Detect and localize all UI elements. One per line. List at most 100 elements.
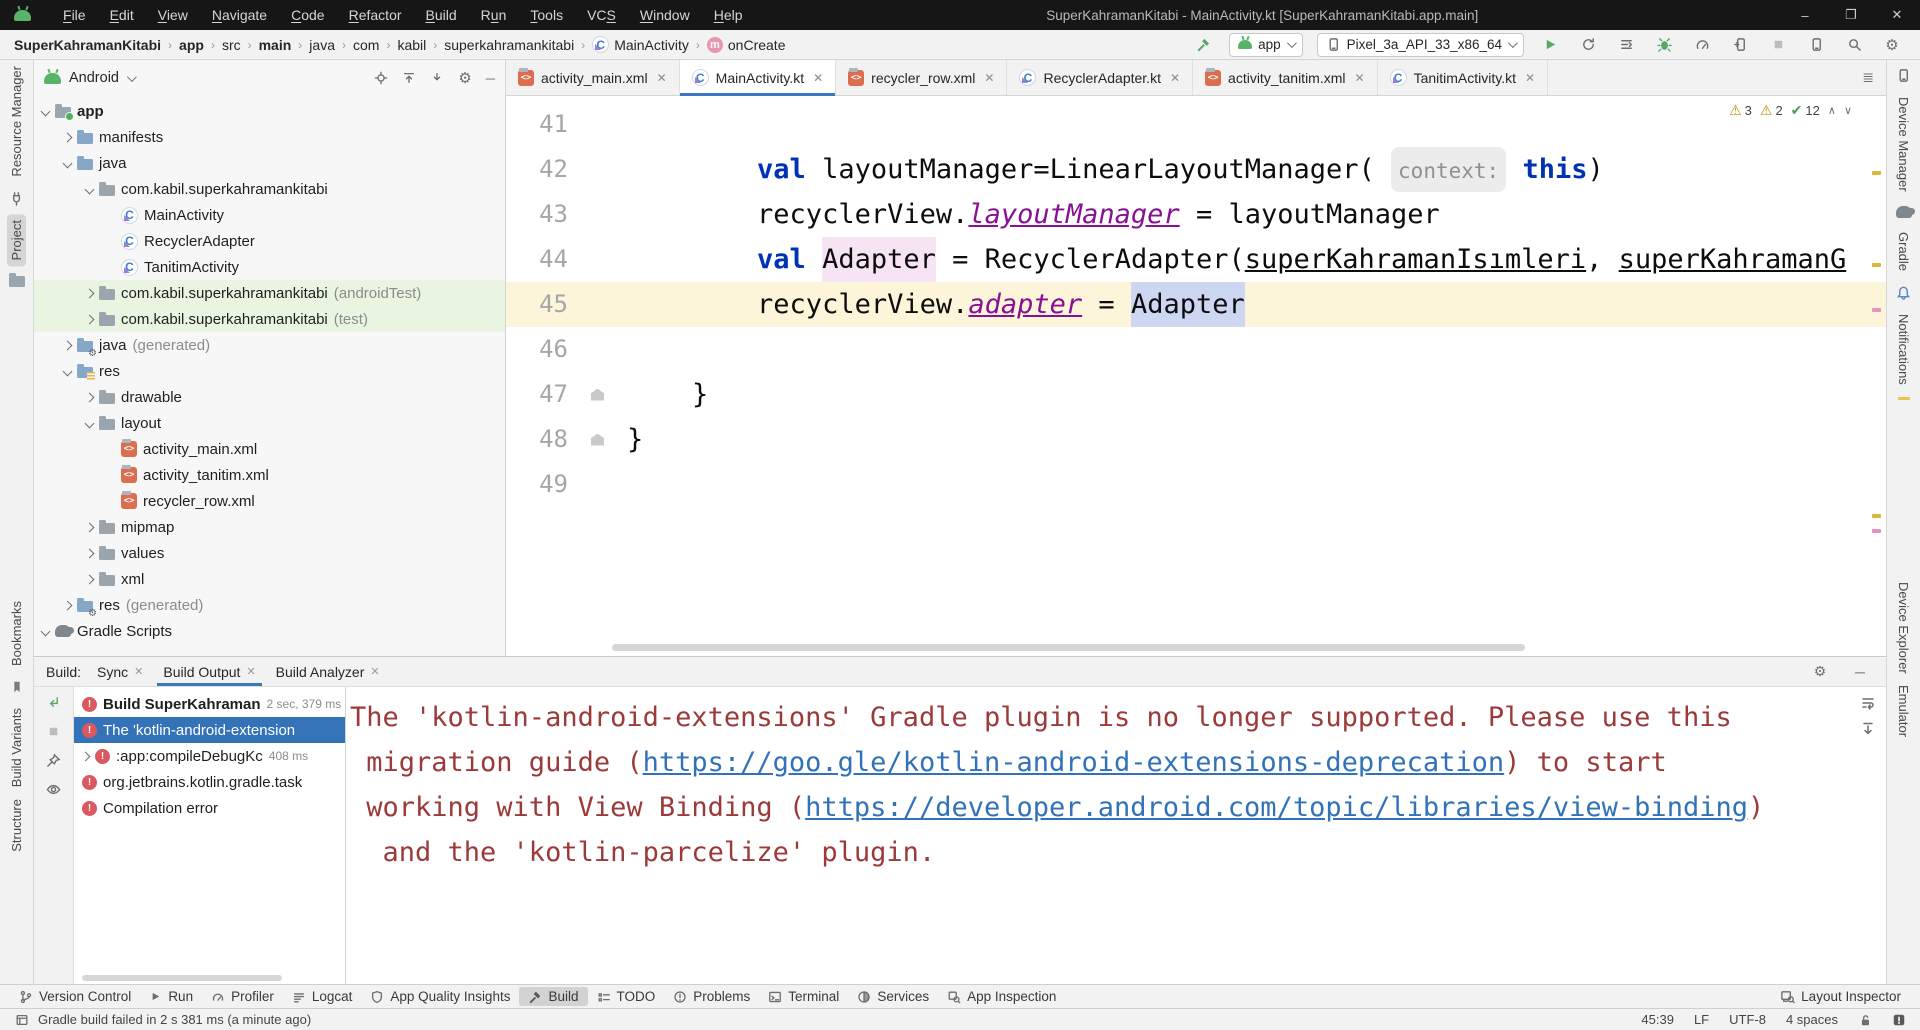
settings-icon[interactable]: ⚙ [1880, 33, 1904, 57]
project-tree-row[interactable]: mipmap [34, 514, 505, 540]
project-tree-row[interactable]: CTanitimActivity [34, 254, 505, 280]
project-view-selector[interactable]: Android [69, 70, 119, 86]
pin-tab-icon[interactable] [46, 753, 61, 768]
next-problem-icon[interactable]: ∨ [1844, 104, 1852, 117]
breadcrumb-item[interactable]: java [309, 37, 335, 53]
search-icon[interactable] [1842, 33, 1866, 57]
tree-toggle-icon[interactable] [41, 106, 51, 116]
window-icon[interactable] [14, 1012, 30, 1028]
menu-help[interactable]: Help [714, 7, 743, 23]
debug-icon[interactable] [1652, 33, 1676, 57]
tool-window-button-version-control[interactable]: Version Control [10, 987, 140, 1006]
tree-toggle-icon[interactable] [63, 340, 73, 350]
project-tree-row[interactable]: com.kabil.superkahramankitabi(test) [34, 306, 505, 332]
breadcrumb-item[interactable]: CMainActivity [592, 36, 689, 53]
apply-changes-icon[interactable] [1576, 33, 1600, 57]
menu-code[interactable]: Code [291, 7, 324, 23]
tool-window-button-terminal[interactable]: Terminal [759, 987, 848, 1006]
tree-toggle-icon[interactable] [85, 392, 95, 402]
code-line-42[interactable]: 42 val layoutManager=LinearLayoutManager… [506, 147, 1886, 192]
event-log-icon[interactable] [1892, 1013, 1906, 1027]
attach-debugger-icon[interactable] [1728, 33, 1752, 57]
menu-vcs[interactable]: VCS [587, 7, 616, 23]
project-tree-row[interactable]: drawable [34, 384, 505, 410]
project-tree-row[interactable]: values [34, 540, 505, 566]
build-tree-row[interactable]: !Build SuperKahraman2 sec, 379 ms [74, 691, 345, 717]
tool-window-button-logcat[interactable]: Logcat [283, 987, 362, 1006]
breadcrumb-item[interactable]: main [259, 37, 292, 53]
device-select[interactable]: Pixel_3a_API_33_x86_64 [1317, 33, 1524, 57]
tree-toggle-icon[interactable] [85, 418, 95, 428]
horizontal-scrollbar[interactable] [612, 644, 1525, 651]
tool-window-button-project[interactable]: Project [7, 214, 26, 266]
close-tab-icon[interactable]: ✕ [246, 665, 255, 678]
ok-count[interactable]: ✔12 [1791, 102, 1820, 119]
warning-count[interactable]: ⚠3 [1729, 102, 1752, 119]
tool-window-button-app-inspection[interactable]: App Inspection [938, 987, 1065, 1006]
project-tree-row[interactable]: CMainActivity [34, 202, 505, 228]
breadcrumb-item[interactable]: src [222, 37, 241, 53]
tool-window-button-device-manager[interactable]: Device Manager [1894, 91, 1913, 198]
menu-tools[interactable]: Tools [530, 7, 563, 23]
tool-window-button-problems[interactable]: Problems [664, 987, 759, 1006]
project-tree-row[interactable]: <>activity_tanitim.xml [34, 462, 505, 488]
code-line-46[interactable]: 46 [506, 327, 1886, 372]
tree-toggle-icon[interactable] [63, 158, 73, 168]
expand-all-icon[interactable] [430, 71, 444, 85]
build-tree-row[interactable]: !:app:compileDebugKc408 ms [74, 743, 345, 769]
soft-wrap-icon[interactable] [1860, 695, 1876, 711]
editor-tab-MainActivity.kt[interactable]: CMainActivity.kt✕ [680, 60, 837, 95]
console-link[interactable]: https://developer.android.com/topic/libr… [805, 792, 1748, 823]
code-line-47[interactable]: 47 } [506, 372, 1886, 417]
editor-tab-TanitimActivity.kt[interactable]: CTanitimActivity.kt✕ [1378, 60, 1549, 95]
project-tree-row[interactable]: java [34, 150, 505, 176]
project-tree-row[interactable]: java(generated) [34, 332, 505, 358]
tool-window-button-structure[interactable]: Structure [7, 793, 26, 858]
stop-icon[interactable] [1766, 33, 1790, 57]
menu-edit[interactable]: Edit [110, 7, 134, 23]
indent-setting[interactable]: 4 spaces [1786, 1012, 1838, 1027]
tool-window-button-todo[interactable]: TODO [588, 987, 665, 1006]
tree-toggle-icon[interactable] [63, 600, 73, 610]
code-line-49[interactable]: 49 [506, 462, 1886, 507]
filter-icon[interactable] [46, 782, 61, 797]
tool-window-button-services[interactable]: Services [848, 987, 938, 1006]
editor-tab-activity_tanitim.xml[interactable]: <>activity_tanitim.xml✕ [1193, 60, 1378, 95]
project-tree-row[interactable]: <>recycler_row.xml [34, 488, 505, 514]
tool-window-button-run[interactable]: Run [140, 987, 202, 1006]
run-configuration-select[interactable]: app [1229, 33, 1303, 57]
chevron-down-icon[interactable] [127, 72, 137, 82]
project-tree-row[interactable]: <>activity_main.xml [34, 436, 505, 462]
menu-run[interactable]: Run [481, 7, 507, 23]
editor-tab-activity_main.xml[interactable]: <>activity_main.xml✕ [506, 60, 680, 95]
close-tab-icon[interactable]: ✕ [657, 71, 667, 85]
tool-window-button-gradle[interactable]: Gradle [1894, 226, 1913, 277]
maximize-button[interactable]: ❐ [1828, 0, 1874, 30]
build-tree-row[interactable]: !org.jetbrains.kotlin.gradle.task [74, 769, 345, 795]
restart-build-icon[interactable] [46, 695, 61, 710]
tool-window-button-notifications[interactable]: Notifications [1894, 308, 1913, 391]
apply-code-changes-icon[interactable] [1614, 33, 1638, 57]
editor-tab-recycler_row.xml[interactable]: <>recycler_row.xml✕ [836, 60, 1007, 95]
caret-position[interactable]: 45:39 [1641, 1012, 1674, 1027]
hide-icon[interactable]: ─ [486, 71, 495, 86]
tree-toggle-icon[interactable] [85, 288, 95, 298]
tree-toggle-icon[interactable] [63, 366, 73, 376]
warning-count[interactable]: ⚠2 [1760, 102, 1783, 119]
close-tab-icon[interactable]: ✕ [984, 71, 994, 85]
breadcrumb-item[interactable]: superkahramankitabi [444, 37, 574, 53]
close-tab-icon[interactable]: ✕ [813, 71, 823, 85]
project-tree-row[interactable]: app [34, 98, 505, 124]
tool-window-button-bookmarks[interactable]: Bookmarks [7, 595, 26, 672]
tree-toggle-icon[interactable] [63, 132, 73, 142]
horizontal-scrollbar[interactable] [82, 975, 282, 981]
inspections-widget[interactable]: ⚠3⚠2✔12∧∨ [1729, 102, 1852, 119]
close-tab-icon[interactable]: ✕ [1170, 71, 1180, 85]
build-tree-row[interactable]: !Compilation error [74, 795, 345, 821]
menu-view[interactable]: View [158, 7, 188, 23]
tree-toggle-icon[interactable] [85, 184, 95, 194]
build-tab-build-analyzer[interactable]: Build Analyzer✕ [266, 657, 390, 686]
console-link[interactable]: https://goo.gle/kotlin-android-extension… [643, 747, 1505, 778]
project-tree-row[interactable]: CRecyclerAdapter [34, 228, 505, 254]
code-editor[interactable]: 4142 val layoutManager=LinearLayoutManag… [506, 96, 1886, 656]
